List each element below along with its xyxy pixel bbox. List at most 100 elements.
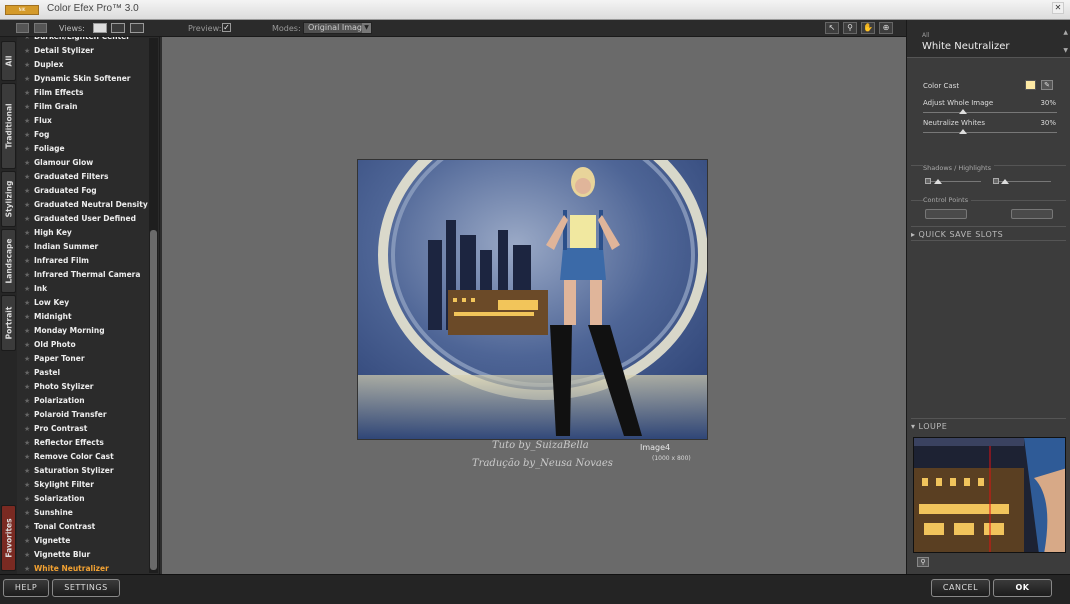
filter-item[interactable]: ★ Infrared Thermal Camera xyxy=(17,268,149,282)
star-icon[interactable]: ★ xyxy=(24,226,30,240)
star-icon[interactable]: ★ xyxy=(24,352,30,366)
layout-split-icon[interactable] xyxy=(34,23,47,33)
star-icon[interactable]: ★ xyxy=(24,506,30,520)
star-icon[interactable]: ★ xyxy=(24,324,30,338)
star-icon[interactable]: ★ xyxy=(24,408,30,422)
star-icon[interactable]: ★ xyxy=(24,450,30,464)
filter-item[interactable]: ★ Skylight Filter xyxy=(17,478,149,492)
close-icon[interactable]: ✕ xyxy=(1052,2,1064,14)
star-icon[interactable]: ★ xyxy=(24,184,30,198)
filter-list-scrollbar[interactable] xyxy=(149,38,158,573)
filter-item[interactable]: ★ Photo Stylizer xyxy=(17,380,149,394)
add-control-point-button[interactable] xyxy=(925,209,967,219)
filter-item[interactable]: ★ Graduated Fog xyxy=(17,184,149,198)
star-icon[interactable]: ★ xyxy=(24,254,30,268)
cancel-button[interactable]: CANCEL xyxy=(931,579,990,597)
star-icon[interactable]: ★ xyxy=(24,520,30,534)
tab-landscape[interactable]: Landscape xyxy=(1,229,16,293)
highlights-knob[interactable] xyxy=(1001,179,1009,184)
remove-control-point-button[interactable] xyxy=(1011,209,1053,219)
star-icon[interactable]: ★ xyxy=(24,310,30,324)
star-icon[interactable]: ★ xyxy=(24,380,30,394)
loupe-pin-icon[interactable]: ⚲ xyxy=(917,557,929,567)
neutralize-whites-slider[interactable] xyxy=(923,132,1057,133)
neutralize-whites-knob[interactable] xyxy=(959,129,967,134)
quick-save-slots-header[interactable]: ▸ QUICK SAVE SLOTS xyxy=(911,230,1003,239)
tab-all[interactable]: All xyxy=(1,41,16,81)
filter-item[interactable]: ★ Graduated User Defined xyxy=(17,212,149,226)
filter-item[interactable]: ★ Film Grain xyxy=(17,100,149,114)
filter-item[interactable]: ★ White Neutralizer xyxy=(17,562,149,574)
help-button[interactable]: HELP xyxy=(3,579,49,597)
filter-item[interactable]: ★ Darken/Lighten Center xyxy=(17,37,149,44)
star-icon[interactable]: ★ xyxy=(24,100,30,114)
filter-item[interactable]: ★ Vignette xyxy=(17,534,149,548)
tab-favorites[interactable]: Favorites xyxy=(1,505,16,571)
filter-item[interactable]: ★ Polarization xyxy=(17,394,149,408)
control-points-header[interactable]: Control Points xyxy=(923,196,972,204)
star-icon[interactable]: ★ xyxy=(24,534,30,548)
filter-item[interactable]: ★ Midnight xyxy=(17,310,149,324)
star-icon[interactable]: ★ xyxy=(24,86,30,100)
pin-icon[interactable]: ⊕ xyxy=(879,22,893,34)
color-cast-swatch[interactable] xyxy=(1025,80,1036,90)
star-icon[interactable]: ★ xyxy=(24,156,30,170)
tab-traditional[interactable]: Traditional xyxy=(1,83,16,169)
filter-item[interactable]: ★ Duplex xyxy=(17,58,149,72)
filter-item[interactable]: ★ Pastel xyxy=(17,366,149,380)
filter-item[interactable]: ★ Polaroid Transfer xyxy=(17,408,149,422)
shadows-highlights-header[interactable]: Shadows / Highlights xyxy=(923,164,995,172)
filter-item[interactable]: ★ Fog xyxy=(17,128,149,142)
star-icon[interactable]: ★ xyxy=(24,114,30,128)
layout-single-icon[interactable] xyxy=(16,23,29,33)
filter-item[interactable]: ★ Paper Toner xyxy=(17,352,149,366)
filter-item[interactable]: ★ Monday Morning xyxy=(17,324,149,338)
filter-item[interactable]: ★ Low Key xyxy=(17,296,149,310)
star-icon[interactable]: ★ xyxy=(24,464,30,478)
adjust-whole-image-knob[interactable] xyxy=(959,109,967,114)
filter-item[interactable]: ★ Sunshine xyxy=(17,506,149,520)
filter-item[interactable]: ★ Pro Contrast xyxy=(17,422,149,436)
star-icon[interactable]: ★ xyxy=(24,492,30,506)
star-icon[interactable]: ★ xyxy=(24,296,30,310)
star-icon[interactable]: ★ xyxy=(24,548,30,562)
filter-item[interactable]: ★ High Key xyxy=(17,226,149,240)
filter-item[interactable]: ★ Tonal Contrast xyxy=(17,520,149,534)
filter-item[interactable]: ★ Infrared Film xyxy=(17,254,149,268)
star-icon[interactable]: ★ xyxy=(24,198,30,212)
filter-item[interactable]: ★ Old Photo xyxy=(17,338,149,352)
filter-item[interactable]: ★ Flux xyxy=(17,114,149,128)
adjust-whole-image-slider[interactable] xyxy=(923,112,1057,113)
preview-image[interactable] xyxy=(357,159,708,440)
star-icon[interactable]: ★ xyxy=(24,268,30,282)
star-icon[interactable]: ★ xyxy=(24,394,30,408)
star-icon[interactable]: ★ xyxy=(24,58,30,72)
filter-item[interactable]: ★ Foliage xyxy=(17,142,149,156)
star-icon[interactable]: ★ xyxy=(24,338,30,352)
filter-item[interactable]: ★ Film Effects xyxy=(17,86,149,100)
star-icon[interactable]: ★ xyxy=(24,282,30,296)
settings-button[interactable]: SETTINGS xyxy=(52,579,120,597)
loupe-header[interactable]: ▾ LOUPE xyxy=(911,422,947,431)
filter-item[interactable]: ★ Dynamic Skin Softener xyxy=(17,72,149,86)
filter-item[interactable]: ★ Indian Summer xyxy=(17,240,149,254)
star-icon[interactable]: ★ xyxy=(24,240,30,254)
filter-item[interactable]: ★ Ink xyxy=(17,282,149,296)
star-icon[interactable]: ★ xyxy=(24,478,30,492)
view-single-button[interactable] xyxy=(93,23,107,33)
filter-item[interactable]: ★ Glamour Glow xyxy=(17,156,149,170)
filter-item[interactable]: ★ Saturation Stylizer xyxy=(17,464,149,478)
ok-button[interactable]: OK xyxy=(993,579,1052,597)
star-icon[interactable]: ★ xyxy=(24,72,30,86)
hand-icon[interactable]: ✋ xyxy=(861,22,875,34)
star-icon[interactable]: ★ xyxy=(24,44,30,58)
star-icon[interactable]: ★ xyxy=(24,562,30,574)
preview-checkbox[interactable]: ✓ xyxy=(222,23,231,32)
filter-item[interactable]: ★ Graduated Filters xyxy=(17,170,149,184)
zoom-icon[interactable]: ⚲ xyxy=(843,22,857,34)
filter-item[interactable]: ★ Solarization xyxy=(17,492,149,506)
pointer-icon[interactable]: ↖ xyxy=(825,22,839,34)
tab-stylizing[interactable]: Stylizing xyxy=(1,171,16,227)
panel-expand-icon[interactable]: ▲ ▼ xyxy=(1063,24,1068,60)
eyedropper-icon[interactable]: ✎ xyxy=(1041,80,1053,90)
